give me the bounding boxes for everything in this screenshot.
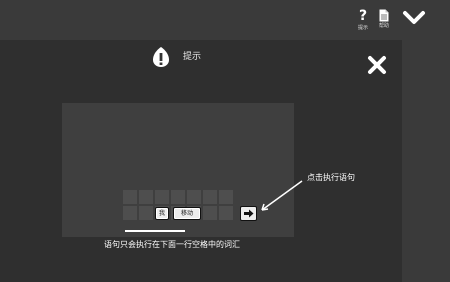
grid-cell-top	[123, 190, 137, 204]
grid-cell-top	[155, 190, 169, 204]
collapse-button[interactable]	[402, 10, 426, 30]
document-button-label: 帮助	[378, 23, 389, 29]
grid-cell-top	[219, 190, 233, 204]
grid-cell-bottom	[203, 206, 217, 220]
close-button[interactable]	[367, 55, 387, 79]
word-chip-move[interactable]: 移动	[173, 207, 201, 220]
grid-cell-top	[139, 190, 153, 204]
document-icon	[379, 9, 389, 22]
callout-arrow-icon	[261, 180, 303, 211]
hint-caption: 语句只会执行在下面一行空格中的词汇	[104, 240, 240, 249]
grid-cell-top	[187, 190, 201, 204]
run-sentence-button[interactable]	[240, 206, 257, 221]
grid-cell-top	[203, 190, 217, 204]
hint-icon	[153, 47, 169, 67]
callout-label: 点击执行语句	[307, 173, 355, 182]
grid-cell-bottom	[123, 206, 137, 220]
grid-cell-top	[171, 190, 185, 204]
chevron-down-icon	[403, 11, 425, 24]
grid-cell-bottom	[219, 206, 233, 220]
document-button[interactable]: 帮助	[373, 8, 395, 29]
help-icon: ?	[358, 8, 368, 24]
word-chip-wo[interactable]: 我	[155, 207, 169, 220]
help-button[interactable]: ? 提示	[352, 8, 374, 31]
help-button-label: 提示	[357, 25, 368, 31]
hint-title: 提示	[183, 52, 202, 62]
arrow-right-icon	[244, 209, 254, 218]
grid-cell-bottom	[139, 206, 153, 220]
row-underline	[125, 230, 185, 232]
right-side-strip	[402, 40, 450, 282]
close-icon	[368, 56, 386, 74]
